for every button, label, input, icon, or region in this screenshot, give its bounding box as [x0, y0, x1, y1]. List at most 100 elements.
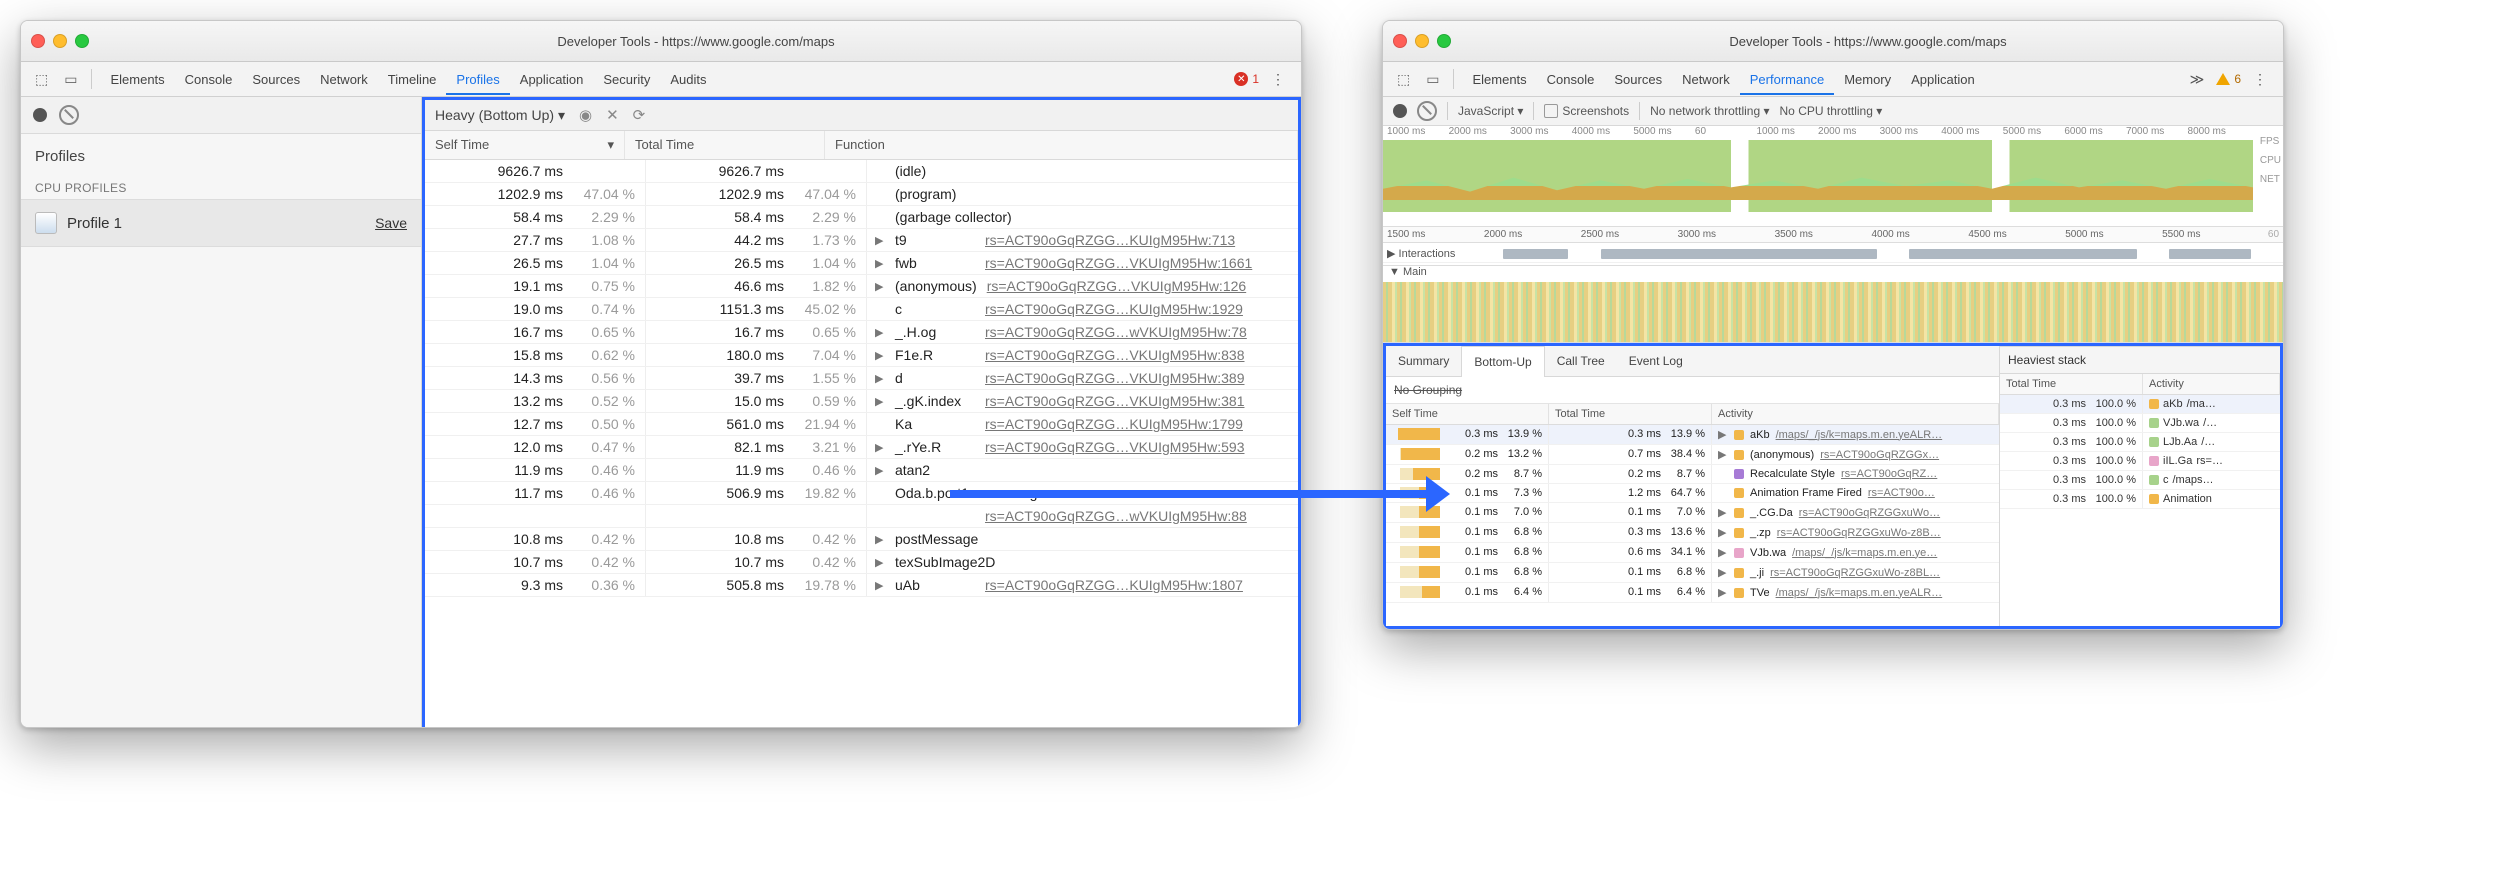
table-row[interactable]: 0.2 ms8.7 %0.2 ms8.7 %Recalculate Style …: [1386, 465, 1999, 484]
tab-application[interactable]: Application: [1901, 64, 1985, 95]
error-badge[interactable]: ✕1: [1234, 72, 1259, 86]
source-link[interactable]: /ma…: [2187, 398, 2216, 410]
table-row[interactable]: 10.7 ms0.42 %10.7 ms0.42 %▶texSubImage2D: [425, 551, 1298, 574]
source-link[interactable]: /…: [2203, 417, 2217, 429]
view-dropdown[interactable]: Heavy (Bottom Up) ▾: [435, 107, 565, 124]
inspect-icon[interactable]: ⬚: [1391, 67, 1416, 92]
tab-sources[interactable]: Sources: [242, 64, 310, 95]
table-row[interactable]: 0.3 ms100.0 %Animation: [2000, 490, 2280, 509]
source-link[interactable]: rs=ACT90oGqRZGG…KUIgM95Hw:1807: [985, 577, 1243, 593]
table-row[interactable]: 9.3 ms0.36 %505.8 ms19.78 %▶uAbrs=ACT90o…: [425, 574, 1298, 597]
col-activity[interactable]: Activity: [1712, 404, 1999, 424]
table-row[interactable]: 13.2 ms0.52 %15.0 ms0.59 %▶_.gK.indexrs=…: [425, 390, 1298, 413]
table-row[interactable]: 58.4 ms2.29 %58.4 ms2.29 %(garbage colle…: [425, 206, 1298, 229]
source-link[interactable]: rs=ACT90oGqRZGG…wVKUIgM95Hw:78: [985, 324, 1247, 340]
source-link[interactable]: rs=…: [2196, 455, 2223, 467]
source-link[interactable]: rs=ACT90oGqRZGG…wVKUIgM95Hw:88: [985, 508, 1247, 524]
tab-elements[interactable]: Elements: [100, 64, 174, 95]
kebab-icon[interactable]: ⋮: [2245, 71, 2275, 88]
zoom-icon[interactable]: [1437, 34, 1451, 48]
table-row[interactable]: 15.8 ms0.62 %180.0 ms7.04 %▶F1e.Rrs=ACT9…: [425, 344, 1298, 367]
col-total-time[interactable]: Total Time: [625, 131, 825, 159]
col-total-time[interactable]: Total Time: [2000, 374, 2143, 394]
table-row[interactable]: 19.1 ms0.75 %46.6 ms1.82 %▶(anonymous)rs…: [425, 275, 1298, 298]
table-row[interactable]: 0.3 ms100.0 %aKb /ma…: [2000, 395, 2280, 414]
source-link[interactable]: /maps/_/js/k=maps.m.en.yeALR…: [1776, 429, 1943, 441]
tab-console[interactable]: Console: [175, 64, 243, 95]
source-link[interactable]: rs=ACT90oGqRZGG…VKUIgM95Hw:126: [987, 278, 1246, 294]
record-icon[interactable]: [33, 108, 47, 122]
col-activity[interactable]: Activity: [2143, 374, 2280, 394]
table-row[interactable]: 26.5 ms1.04 %26.5 ms1.04 %▶fwbrs=ACT90oG…: [425, 252, 1298, 275]
table-row[interactable]: 0.1 ms6.8 %0.1 ms6.8 %▶_.ji rs=ACT90oGqR…: [1386, 563, 1999, 583]
profile-row[interactable]: Profile 1 Save: [21, 199, 421, 247]
minimize-icon[interactable]: [1415, 34, 1429, 48]
table-row[interactable]: 0.2 ms13.2 %0.7 ms38.4 %▶(anonymous) rs=…: [1386, 445, 1999, 465]
source-link[interactable]: rs=ACT90oGqRZGG…VKUIgM95Hw:838: [985, 347, 1244, 363]
source-link[interactable]: /maps/_/js/k=maps.m.en.yeALR…: [1776, 587, 1943, 599]
eye-icon[interactable]: ◉: [579, 106, 592, 124]
col-total-time[interactable]: Total Time: [1549, 404, 1712, 424]
minimize-icon[interactable]: [53, 34, 67, 48]
device-icon[interactable]: ▭: [58, 67, 83, 92]
col-self-time[interactable]: Self Time▾: [425, 131, 625, 159]
table-row[interactable]: 0.1 ms6.4 %0.1 ms6.4 %▶TVe /maps/_/js/k=…: [1386, 583, 1999, 603]
tab-bottom-up[interactable]: Bottom-Up: [1461, 346, 1544, 377]
zoom-icon[interactable]: [75, 34, 89, 48]
table-row[interactable]: 0.3 ms100.0 %VJb.wa /…: [2000, 414, 2280, 433]
tab-network[interactable]: Network: [1672, 64, 1740, 95]
tab-profiles[interactable]: Profiles: [446, 64, 509, 95]
close-icon[interactable]: ✕: [606, 106, 619, 124]
table-row[interactable]: 12.7 ms0.50 %561.0 ms21.94 %Kars=ACT90oG…: [425, 413, 1298, 436]
table-row[interactable]: 9626.7 ms9626.7 ms(idle): [425, 160, 1298, 183]
flame-chart[interactable]: [1383, 282, 2283, 343]
table-row[interactable]: 10.8 ms0.42 %10.8 ms0.42 %▶postMessage: [425, 528, 1298, 551]
source-link[interactable]: rs=ACT90oGqRZGG…VKUIgM95Hw:389: [985, 370, 1244, 386]
track-interactions[interactable]: ▶ Interactions Ani…ion Animation Animati…: [1383, 245, 2283, 263]
table-row[interactable]: 0.3 ms100.0 %iIL.Ga rs=…: [2000, 452, 2280, 471]
grouping-dropdown[interactable]: No Grouping: [1386, 377, 1999, 404]
source-link[interactable]: rs=ACT90oGqRZGG…VKUIgM95Hw:1661: [985, 255, 1252, 271]
table-row[interactable]: 0.1 ms6.8 %0.6 ms34.1 %▶VJb.wa /maps/_/j…: [1386, 543, 1999, 563]
table-row[interactable]: 19.0 ms0.74 %1151.3 ms45.02 %crs=ACT90oG…: [425, 298, 1298, 321]
source-link[interactable]: rs=ACT90oGqRZGGx…: [1820, 449, 1939, 461]
save-button[interactable]: Save: [375, 215, 407, 231]
table-row[interactable]: 0.1 ms6.8 %0.3 ms13.6 %▶_.zp rs=ACT90oGq…: [1386, 523, 1999, 543]
capture-dropdown[interactable]: JavaScript ▾: [1458, 104, 1523, 118]
record-icon[interactable]: [1393, 104, 1407, 118]
tab-network[interactable]: Network: [310, 64, 378, 95]
cpu-throttle-dropdown[interactable]: No CPU throttling ▾: [1780, 104, 1883, 118]
main-thread-track[interactable]: ▼ Main: [1383, 266, 2283, 343]
col-self-time[interactable]: Self Time: [1386, 404, 1549, 424]
traffic-lights[interactable]: [31, 34, 89, 48]
source-link[interactable]: rs=ACT90o…: [1868, 487, 1935, 499]
source-link[interactable]: rs=ACT90oGqRZGGxuWo…: [1799, 507, 1940, 519]
table-row[interactable]: 0.1 ms7.0 %0.1 ms7.0 %▶_.CG.Da rs=ACT90o…: [1386, 503, 1999, 523]
table-row[interactable]: 0.3 ms100.0 %c /maps…: [2000, 471, 2280, 490]
tab-application[interactable]: Application: [510, 64, 594, 95]
device-icon[interactable]: ▭: [1420, 67, 1445, 92]
source-link[interactable]: rs=ACT90oGqRZGG…VKUIgM95Hw:593: [985, 439, 1244, 455]
table-row[interactable]: 0.3 ms13.9 %0.3 ms13.9 %▶aKb /maps/_/js/…: [1386, 425, 1999, 445]
tab-performance[interactable]: Performance: [1740, 64, 1834, 95]
source-link[interactable]: rs=ACT90oGqRZGGxuWo-z8BL…: [1770, 567, 1940, 579]
tab-audits[interactable]: Audits: [660, 64, 716, 95]
source-link[interactable]: rs=ACT90oGqRZ…: [1841, 468, 1937, 480]
source-link[interactable]: /maps/_/js/k=maps.m.en.ye…: [1792, 547, 1937, 559]
table-row[interactable]: 0.1 ms7.3 %1.2 ms64.7 %Animation Frame F…: [1386, 484, 1999, 503]
source-link[interactable]: rs=ACT90oGqRZGGxuWo-z8B…: [1777, 527, 1941, 539]
source-link[interactable]: rs=ACT90oGqRZGG…VKUIgM95Hw:381: [985, 393, 1244, 409]
table-row[interactable]: 14.3 ms0.56 %39.7 ms1.55 %▶drs=ACT90oGqR…: [425, 367, 1298, 390]
tab-event-log[interactable]: Event Log: [1617, 346, 1695, 376]
overview-ruler[interactable]: 1000 ms2000 ms3000 ms4000 ms5000 ms60100…: [1383, 126, 2283, 227]
screenshots-checkbox[interactable]: Screenshots: [1544, 104, 1629, 119]
refresh-icon[interactable]: ⟳: [633, 106, 646, 124]
source-link[interactable]: /maps…: [2173, 474, 2214, 486]
source-link[interactable]: rs=ACT90oGqRZGG…KUIgM95Hw:1799: [985, 416, 1243, 432]
source-link[interactable]: /…: [2201, 436, 2215, 448]
tab-call-tree[interactable]: Call Tree: [1545, 346, 1617, 376]
table-row[interactable]: 0.3 ms100.0 %LJb.Aa /…: [2000, 433, 2280, 452]
table-row[interactable]: 27.7 ms1.08 %44.2 ms1.73 %▶t9rs=ACT90oGq…: [425, 229, 1298, 252]
clear-icon[interactable]: [59, 105, 79, 125]
tab-console[interactable]: Console: [1537, 64, 1605, 95]
